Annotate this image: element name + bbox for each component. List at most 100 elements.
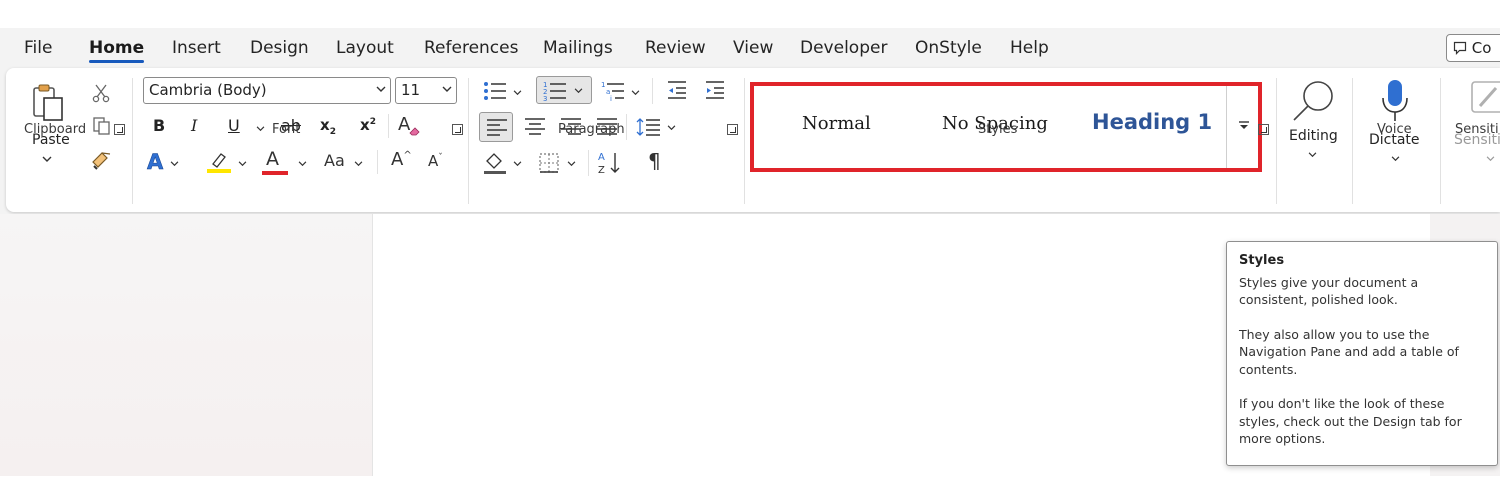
chevron-down-icon[interactable] <box>1308 152 1317 158</box>
grow-font-letter: A <box>391 149 404 170</box>
chevron-down-icon[interactable] <box>513 90 522 96</box>
divider <box>588 150 589 176</box>
font-name-select[interactable]: Cambria (Body) <box>143 77 391 104</box>
bold-button[interactable]: B <box>153 116 165 135</box>
tab-view[interactable]: View <box>733 28 773 68</box>
subscript-button[interactable]: x2 <box>320 116 336 137</box>
chevron-down-icon[interactable] <box>567 161 576 167</box>
styles-group-label: Styles <box>978 122 1018 137</box>
group-divider <box>1440 78 1441 204</box>
tab-design[interactable]: Design <box>250 28 309 68</box>
chevron-down-icon <box>442 86 452 92</box>
tab-onstyle[interactable]: OnStyle <box>915 28 982 68</box>
tab-file[interactable]: File <box>24 28 52 68</box>
bullets-icon[interactable] <box>482 80 508 102</box>
borders-icon[interactable] <box>538 152 560 174</box>
font-group-label: Font <box>272 122 301 137</box>
italic-button[interactable]: I <box>191 116 197 135</box>
styles-dialog-launcher-icon[interactable] <box>1258 124 1269 135</box>
chevron-down-icon <box>376 86 386 92</box>
tab-references[interactable]: References <box>424 28 518 68</box>
chevron-down-icon[interactable] <box>354 161 363 167</box>
paste-icon[interactable] <box>30 82 66 122</box>
tab-mailings[interactable]: Mailings <box>543 28 613 68</box>
comments-label: Co <box>1471 39 1492 57</box>
tooltip-paragraph-2: They also allow you to use the Navigatio… <box>1239 326 1459 377</box>
change-case-button[interactable]: Aa <box>324 151 345 170</box>
shrink-font-button[interactable]: Aˇ <box>428 152 443 170</box>
superscript-button[interactable]: x2 <box>360 116 376 134</box>
subscript-mark: 2 <box>329 127 336 137</box>
search-icon[interactable] <box>1290 78 1338 124</box>
increase-indent-icon[interactable] <box>704 80 726 100</box>
decrease-indent-icon[interactable] <box>666 80 688 100</box>
chevron-down-icon <box>574 88 583 94</box>
chevron-down-icon[interactable] <box>298 161 307 167</box>
svg-text:A: A <box>598 152 605 163</box>
text-effects-button[interactable]: A <box>147 150 164 175</box>
font-dialog-launcher-icon[interactable] <box>452 124 463 135</box>
chevron-down-icon[interactable] <box>513 161 522 167</box>
chevron-down-icon[interactable] <box>238 161 247 167</box>
cut-icon[interactable] <box>92 83 110 103</box>
format-painter-icon[interactable] <box>90 150 114 170</box>
clipboard-group-label: Clipboard <box>24 122 87 137</box>
tab-developer[interactable]: Developer <box>800 28 887 68</box>
show-formatting-marks-button[interactable]: ¶ <box>648 149 661 173</box>
clipboard-dialog-launcher-icon[interactable] <box>114 124 125 135</box>
eraser-icon <box>409 127 420 136</box>
chevron-down-icon[interactable] <box>631 90 640 96</box>
paste-dropdown-chevron-icon[interactable] <box>42 156 52 163</box>
styles-gallery-more-button[interactable] <box>1226 85 1260 169</box>
underline-dropdown-chevron-icon[interactable] <box>256 126 265 132</box>
style-normal[interactable]: Normal <box>802 113 871 134</box>
sensitivity-icon[interactable] <box>1470 78 1500 118</box>
copy-icon[interactable] <box>92 116 112 136</box>
chevron-down-icon[interactable] <box>170 161 179 167</box>
divider <box>388 114 389 138</box>
styles-tooltip: Styles Styles give your document a consi… <box>1226 241 1498 466</box>
style-heading-1[interactable]: Heading 1 <box>1092 110 1212 134</box>
align-left-button[interactable] <box>479 112 513 142</box>
tooltip-paragraph-3: If you don't like the look of these styl… <box>1239 396 1462 446</box>
superscript-base: x <box>360 116 370 134</box>
paragraph-group-label: Paragraph <box>558 122 625 137</box>
font-color-button[interactable]: A <box>266 148 279 170</box>
chevron-down-icon[interactable] <box>1486 156 1495 162</box>
paragraph-dialog-launcher-icon[interactable] <box>727 124 738 135</box>
group-divider <box>1352 78 1353 204</box>
grow-font-button[interactable]: A^ <box>391 149 412 170</box>
sensitivity-group-label: Sensiti <box>1455 122 1499 137</box>
line-spacing-icon[interactable] <box>636 117 662 137</box>
tab-review[interactable]: Review <box>645 28 706 68</box>
group-divider <box>132 78 133 204</box>
comments-button[interactable]: Co <box>1446 34 1500 62</box>
highlighter-icon[interactable] <box>205 150 233 174</box>
group-divider <box>468 78 469 204</box>
tab-insert[interactable]: Insert <box>172 28 221 68</box>
tooltip-paragraph-1: Styles give your document a consistent, … <box>1239 274 1419 308</box>
numbering-icon: 123 <box>543 81 566 102</box>
tab-home[interactable]: Home <box>89 28 145 68</box>
chevron-down-icon[interactable] <box>667 125 676 131</box>
bottom-strip <box>0 476 1500 500</box>
multilevel-list-icon[interactable]: 1ai <box>600 80 626 102</box>
chevron-down-icon[interactable] <box>1391 156 1400 162</box>
microphone-icon[interactable] <box>1378 78 1412 124</box>
align-center-icon[interactable] <box>524 117 546 137</box>
shading-icon[interactable] <box>482 151 508 175</box>
numbering-button[interactable]: 123 <box>536 76 592 104</box>
font-name-value: Cambria (Body) <box>149 81 267 99</box>
tab-layout[interactable]: Layout <box>336 28 394 68</box>
underline-button[interactable]: U <box>228 116 240 135</box>
superscript-mark: 2 <box>369 117 376 127</box>
sort-icon[interactable]: A Z <box>597 150 623 176</box>
font-size-select[interactable]: 11 <box>395 77 457 104</box>
font-color-swatch <box>262 171 288 175</box>
tab-help[interactable]: Help <box>1010 28 1049 68</box>
divider <box>626 114 627 140</box>
svg-text:3: 3 <box>543 95 547 102</box>
gallery-expand-icon <box>1239 121 1249 129</box>
editing-label[interactable]: Editing <box>1289 128 1338 144</box>
divider <box>652 78 653 104</box>
